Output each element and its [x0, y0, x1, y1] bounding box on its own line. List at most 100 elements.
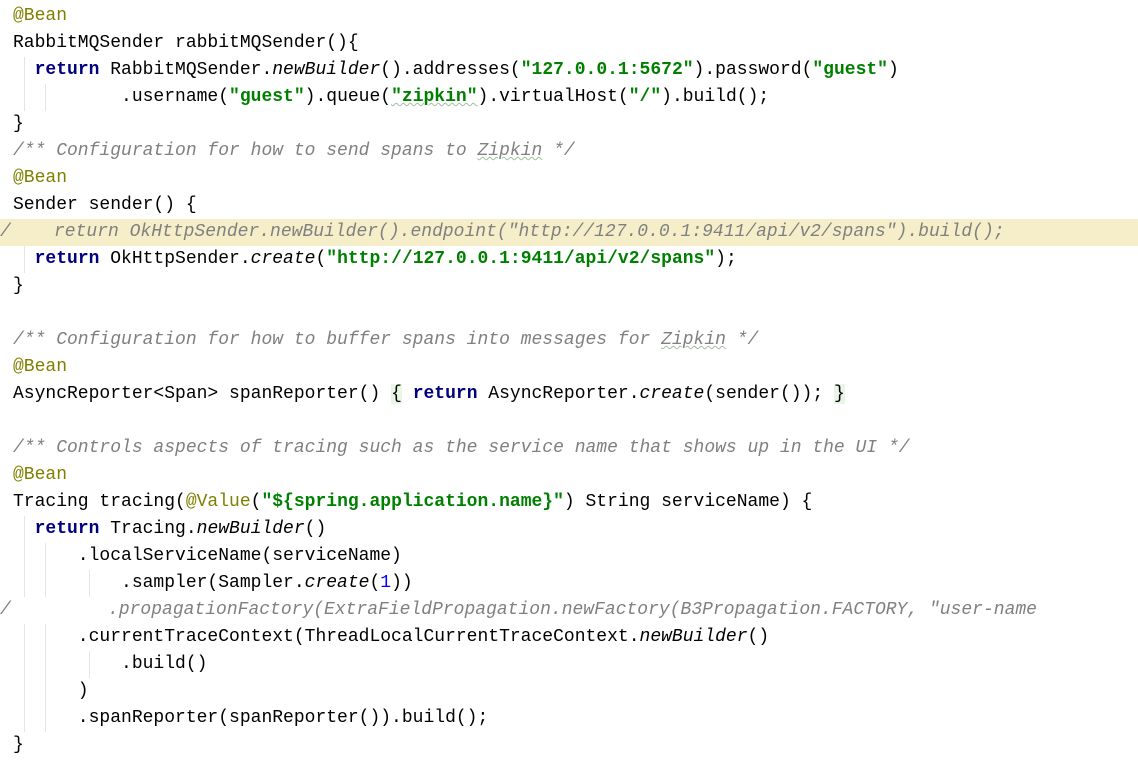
code-line[interactable]: return Tracing.newBuilder() [0, 516, 1138, 543]
code-token: ).build(); [661, 87, 770, 107]
code-token: return [34, 60, 100, 80]
code-token: Tracing. [99, 519, 197, 539]
code-token: .localServiceName(serviceName) [13, 546, 402, 566]
code-line[interactable]: .localServiceName(serviceName) [0, 543, 1138, 570]
code-token: / .propagationFactory(ExtraFieldPropagat… [0, 600, 1037, 620]
code-text: /** Controls aspects of tracing such as … [13, 438, 910, 458]
code-text: Tracing tracing(@Value("${spring.applica… [13, 492, 812, 512]
code-token: return [34, 249, 100, 269]
code-text: / return OkHttpSender.newBuilder().endpo… [0, 222, 1005, 242]
code-line[interactable]: /** Configuration for how to buffer span… [0, 327, 1138, 354]
code-token: ) String serviceName) { [563, 492, 813, 512]
code-line[interactable]: AsyncReporter<Span> spanReporter() { ret… [0, 381, 1138, 408]
code-line[interactable]: return OkHttpSender.create("http://127.0… [0, 246, 1138, 273]
code-token: .sampler(Sampler. [13, 573, 305, 593]
code-line[interactable]: } [0, 732, 1138, 759]
code-token: Zipkin [477, 141, 543, 161]
code-line[interactable]: .spanReporter(spanReporter()).build(); [0, 705, 1138, 732]
code-line-highlighted[interactable]: / return OkHttpSender.newBuilder().endpo… [0, 219, 1138, 246]
code-line[interactable]: /** Controls aspects of tracing such as … [0, 435, 1138, 462]
code-token: "http://127.0.0.1:9411/api/v2/spans" [326, 249, 716, 269]
code-line[interactable]: Sender sender() { [0, 192, 1138, 219]
code-token: "${spring.application.name}" [261, 492, 564, 512]
code-token: "127.0.0.1:5672" [520, 60, 694, 80]
code-token: { [391, 384, 402, 404]
code-token: AsyncReporter. [477, 384, 640, 404]
code-token: /** Configuration for how to buffer span… [13, 330, 662, 350]
code-token: newBuilder [639, 627, 748, 647]
code-token: )) [391, 573, 413, 593]
code-token: ( [250, 492, 262, 512]
code-token: return [34, 519, 100, 539]
code-token: .username( [13, 87, 230, 107]
code-token: ) [13, 681, 89, 701]
code-line[interactable]: } [0, 273, 1138, 300]
code-line[interactable] [0, 408, 1138, 435]
code-text: / .propagationFactory(ExtraFieldPropagat… [0, 600, 1037, 620]
code-text: .currentTraceContext(ThreadLocalCurrentT… [13, 627, 769, 647]
code-token: ( [315, 249, 327, 269]
code-line[interactable]: .build() [0, 651, 1138, 678]
code-text: return RabbitMQSender.newBuilder().addre… [13, 60, 899, 80]
code-token: .spanReporter(spanReporter()).build(); [13, 708, 489, 728]
code-token: RabbitMQSender. [99, 60, 273, 80]
code-line[interactable]: RabbitMQSender rabbitMQSender(){ [0, 30, 1138, 57]
code-text: } [13, 276, 24, 296]
code-token: 1 [380, 573, 392, 593]
code-text: @Bean [13, 465, 67, 485]
code-token: ) [888, 60, 899, 80]
code-line[interactable]: .username("guest").queue("zipkin").virtu… [0, 84, 1138, 111]
code-token: ).queue( [304, 87, 392, 107]
code-token: */ [725, 330, 759, 350]
code-line[interactable]: @Bean [0, 462, 1138, 489]
code-text: return OkHttpSender.create("http://127.0… [13, 249, 737, 269]
code-line[interactable]: @Bean [0, 354, 1138, 381]
code-text: @Bean [13, 6, 67, 26]
code-token: @Bean [13, 6, 68, 26]
code-line[interactable]: @Bean [0, 3, 1138, 30]
code-token: .build() [13, 654, 208, 674]
code-token: "/" [628, 87, 662, 107]
code-editor[interactable]: @Bean RabbitMQSender rabbitMQSender(){ re… [0, 3, 1138, 759]
code-token: () [304, 519, 327, 539]
code-token: .currentTraceContext(ThreadLocalCurrentT… [13, 627, 640, 647]
code-token: AsyncReporter<Span> spanReporter() [13, 384, 392, 404]
code-line[interactable]: / .propagationFactory(ExtraFieldPropagat… [0, 597, 1138, 624]
code-token: Tracing tracing( [13, 492, 186, 512]
code-line[interactable]: @Bean [0, 165, 1138, 192]
code-token: newBuilder [196, 519, 305, 539]
code-token: @Bean [13, 357, 68, 377]
code-token: create [304, 573, 370, 593]
code-token: } [13, 276, 24, 296]
code-token: "guest" [229, 87, 305, 107]
code-text: return Tracing.newBuilder() [13, 519, 327, 539]
code-line[interactable]: .sampler(Sampler.create(1)) [0, 570, 1138, 597]
code-token: newBuilder [272, 60, 381, 80]
code-token: @Value [185, 492, 251, 512]
code-line[interactable]: .currentTraceContext(ThreadLocalCurrentT… [0, 624, 1138, 651]
code-line[interactable]: return RabbitMQSender.newBuilder().addre… [0, 57, 1138, 84]
code-token: Zipkin [661, 330, 726, 350]
code-token: return [412, 384, 478, 404]
code-line[interactable]: } [0, 111, 1138, 138]
code-token: OkHttpSender. [99, 249, 251, 269]
code-token: } [13, 114, 24, 134]
code-text: .spanReporter(spanReporter()).build(); [13, 708, 488, 728]
code-token: /** Configuration for how to send spans … [13, 141, 478, 161]
code-token: create [639, 384, 705, 404]
code-text: RabbitMQSender rabbitMQSender(){ [13, 33, 359, 53]
code-line[interactable]: Tracing tracing(@Value("${spring.applica… [0, 489, 1138, 516]
code-line[interactable]: /** Configuration for how to send spans … [0, 138, 1138, 165]
code-token: @Bean [13, 465, 68, 485]
code-token: */ [542, 141, 575, 161]
code-line[interactable] [0, 300, 1138, 327]
code-line[interactable]: ) [0, 678, 1138, 705]
code-token: ).password( [693, 60, 813, 80]
code-token: "zipkin" [391, 87, 478, 107]
code-text: .username("guest").queue("zipkin").virtu… [13, 87, 769, 107]
code-token: create [250, 249, 316, 269]
code-text: /** Configuration for how to send spans … [13, 141, 575, 161]
